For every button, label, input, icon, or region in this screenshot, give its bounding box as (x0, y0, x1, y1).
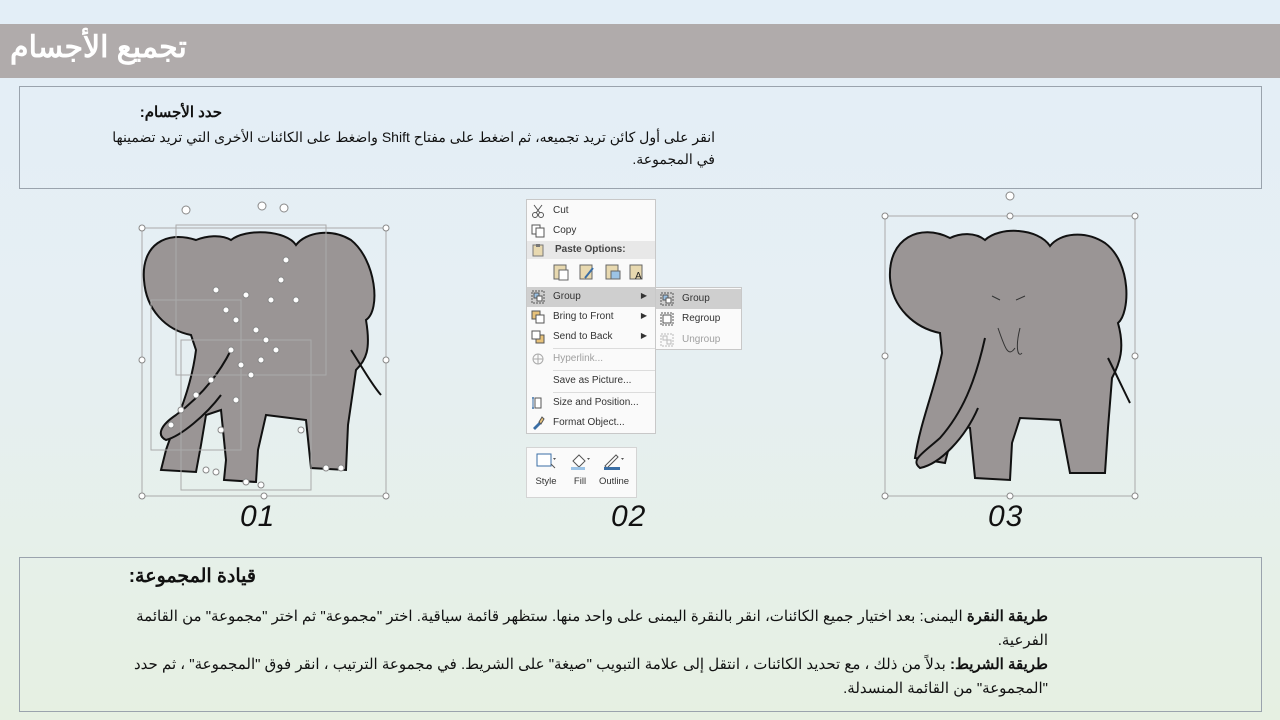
menu-item-hyperlink: Hyperlink... (527, 349, 655, 369)
menu-item-format-object[interactable]: Format Object... (527, 413, 655, 433)
context-menu: Cut Copy Paste Options: A Group ▶ Bring … (526, 199, 656, 434)
menu-label-send-to-back: Send to Back (553, 331, 613, 342)
link-icon (531, 352, 545, 366)
submenu-arrow-icon: ▶ (640, 331, 647, 340)
paste-source-format-icon[interactable] (577, 262, 597, 282)
menu-label-size-and-position: Size and Position... (553, 397, 639, 408)
format-icon (531, 416, 545, 430)
fill-button[interactable]: Fill (563, 452, 597, 494)
menu-label-bring-to-front: Bring to Front (553, 311, 614, 322)
paint-bucket-icon (571, 454, 590, 470)
clipboard-icon (531, 243, 545, 260)
select-objects-text: انقر على أول كائن تريد تجميعه، ثم اضغط ع… (112, 129, 715, 167)
mini-toolbar: Style Fill Outline (526, 447, 637, 498)
bring-front-icon (531, 310, 545, 324)
step-number-01: 01 (240, 500, 276, 533)
submenu-arrow-icon: ▶ (640, 311, 647, 320)
style-label: Style (535, 476, 557, 487)
menu-item-cut[interactable]: Cut (527, 201, 655, 221)
slide-title: تجميع الأجسام (10, 31, 187, 64)
step-number-03: 03 (988, 500, 1024, 533)
menu-label-format-object: Format Object... (553, 417, 625, 428)
outline-label: Outline (598, 476, 630, 487)
group-icon (531, 290, 545, 304)
group-command-heading: قيادة المجموعة: (128, 566, 256, 587)
menu-item-send-to-back[interactable]: Send to Back ▶ (527, 327, 655, 347)
paste-destination-theme-icon[interactable] (551, 262, 571, 282)
paste-text-only-icon[interactable]: A (627, 262, 647, 282)
group-icon (660, 292, 674, 306)
submenu-label-regroup: Regroup (682, 313, 721, 324)
ungroup-icon (660, 333, 674, 347)
paste-buttons-row: A (551, 262, 651, 284)
ribbon-method-text: طريقة الشريط: بدلاً من ذلك ، مع تحديد ال… (108, 653, 1048, 701)
group-submenu: Group Regroup Ungroup (655, 287, 742, 350)
style-button[interactable]: Style (529, 452, 563, 494)
size-icon (531, 396, 545, 410)
submenu-item-ungroup: Ungroup (656, 330, 741, 350)
elephant-grouped[interactable] (880, 188, 1142, 500)
right-click-method-body: اليمنى: بعد اختيار جميع الكائنات، انقر ب… (136, 608, 1048, 649)
paste-picture-icon[interactable] (603, 262, 623, 282)
menu-label-copy: Copy (553, 225, 577, 236)
elephant-multi-selected[interactable] (136, 200, 390, 500)
menu-label-cut: Cut (553, 205, 569, 216)
submenu-label-ungroup: Ungroup (682, 334, 721, 345)
step-number-02: 02 (611, 500, 647, 533)
menu-label-save-as-picture: Save as Picture... (553, 375, 632, 386)
fill-label: Fill (573, 476, 587, 487)
right-click-method-label: طريقة النقرة (966, 608, 1048, 625)
select-objects-heading: حدد الأجسام: (139, 104, 222, 121)
regroup-icon (660, 312, 674, 326)
copy-icon (531, 224, 545, 238)
menu-item-size-and-position[interactable]: Size and Position... (527, 393, 655, 413)
menu-item-copy[interactable]: Copy (527, 221, 655, 241)
menu-label-group: Group (553, 291, 581, 302)
outline-button[interactable]: Outline (597, 452, 631, 494)
svg-text:A: A (635, 271, 642, 282)
menu-item-group[interactable]: Group ▶ (527, 287, 655, 307)
scissors-icon (531, 204, 545, 218)
submenu-arrow-icon: ▶ (640, 291, 647, 300)
menu-item-bring-to-front[interactable]: Bring to Front ▶ (527, 307, 655, 327)
pen-outline-icon (604, 454, 624, 470)
submenu-label-group: Group (682, 293, 710, 304)
paste-options-header: Paste Options: (527, 241, 655, 259)
title-bar: تجميع الأجسام (0, 24, 1280, 78)
ribbon-method-body: بدلاً من ذلك ، مع تحديد الكائنات ، انتقل… (133, 656, 1048, 697)
paste-options-label: Paste Options: (555, 244, 626, 255)
menu-item-save-as-picture[interactable]: Save as Picture... (527, 371, 655, 391)
ribbon-method-label: طريقة الشريط: (950, 656, 1048, 673)
submenu-item-group[interactable]: Group (656, 289, 741, 309)
submenu-item-regroup[interactable]: Regroup (656, 309, 741, 329)
shape-style-icon (536, 453, 556, 469)
send-back-icon (531, 330, 545, 344)
right-click-method-text: طريقة النقرة اليمنى: بعد اختيار جميع الك… (108, 605, 1048, 653)
menu-label-hyperlink: Hyperlink... (553, 353, 604, 364)
